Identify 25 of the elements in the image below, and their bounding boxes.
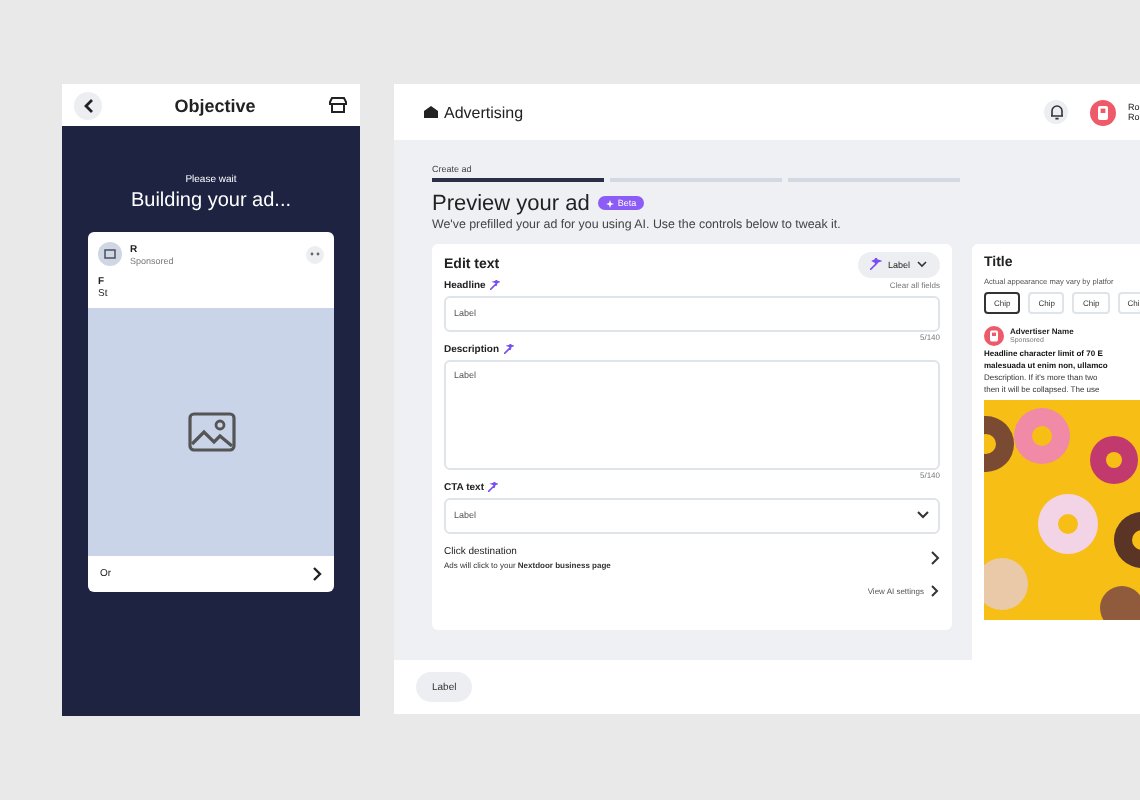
app-title: Advertising [444, 103, 524, 121]
avatar-icon [98, 242, 122, 266]
back-button[interactable] [74, 91, 102, 119]
screen-title: Objective [172, 95, 258, 115]
advertiser-avatar-icon [984, 325, 1004, 345]
chevron-down-icon [916, 510, 930, 520]
magic-wand-icon [503, 344, 514, 354]
user-avatar-icon[interactable] [1090, 99, 1116, 125]
storefront-icon[interactable] [328, 96, 348, 114]
image-icon [187, 412, 235, 452]
chevron-down-icon [916, 260, 928, 268]
magic-wand-icon [488, 482, 498, 492]
magic-wand-icon [869, 258, 882, 270]
chevron-right-icon[interactable] [930, 549, 940, 565]
logo-icon [424, 106, 438, 118]
bell-icon [1049, 104, 1063, 120]
loading-heading: Building your ad... [130, 190, 292, 212]
chevron-right-icon[interactable] [312, 566, 322, 582]
sparkle-icon [605, 199, 614, 207]
chevron-left-icon [82, 97, 94, 113]
more-button[interactable] [306, 245, 324, 263]
chevron-right-icon [930, 583, 940, 597]
notifications-button[interactable] [1044, 100, 1068, 124]
page-title: Preview your ad [432, 191, 590, 215]
magic-wand-icon [489, 280, 500, 290]
